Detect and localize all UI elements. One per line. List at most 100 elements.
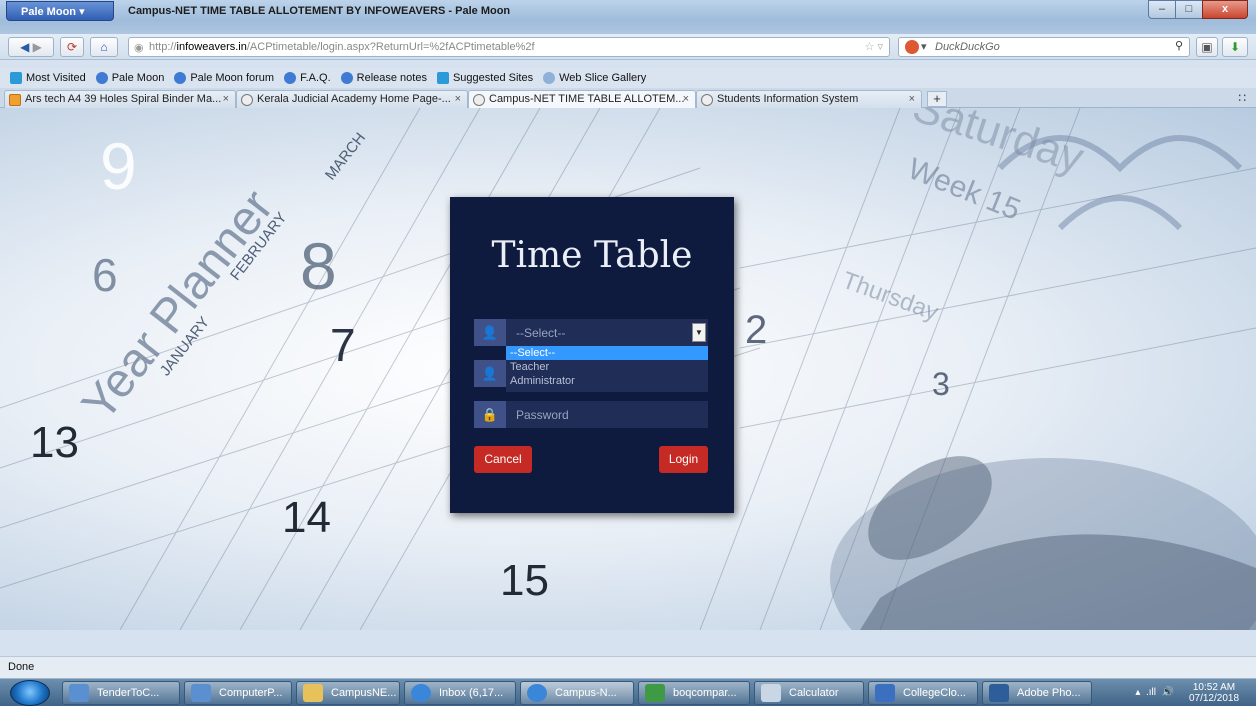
cancel-button[interactable]: Cancel <box>474 446 532 473</box>
bookmark-release-notes[interactable]: Release notes <box>340 72 427 84</box>
bookmarks-toolbar: Most Visited Pale Moon Pale Moon forum F… <box>0 68 1256 88</box>
background-number-14: 14 <box>282 493 331 542</box>
bookmark-suggested-sites[interactable]: Suggested Sites <box>436 72 533 84</box>
calculator-icon <box>761 684 781 702</box>
duckduckgo-icon[interactable] <box>905 40 919 54</box>
search-engine-dropdown-icon[interactable]: ▾ <box>921 40 927 53</box>
clock[interactable]: 10:52 AM 07/12/2018 <box>1184 682 1244 704</box>
url-bar[interactable]: ◉ http://infoweavers.in/ACPtimetable/log… <box>128 37 890 57</box>
back-forward-button[interactable]: ◀ ▶ <box>8 37 54 57</box>
taskbar-item-campus-n-browser[interactable]: Campus-N... <box>520 681 634 705</box>
tab-close-icon[interactable]: × <box>683 93 689 105</box>
role-option-select[interactable]: --Select-- <box>506 346 708 360</box>
tab-ars-tech[interactable]: Ars tech A4 39 Holes Spiral Binder Ma...… <box>4 90 236 108</box>
search-bar[interactable]: ▾ DuckDuckGo ⚲ <box>898 37 1190 57</box>
navigation-toolbar: ◀ ▶ ⟳ ⌂ ◉ http://infoweavers.in/ACPtimet… <box>0 34 1256 60</box>
login-button[interactable]: Login <box>659 446 708 473</box>
tab-students-info[interactable]: Students Information System × <box>696 90 922 108</box>
pale-moon-icon <box>284 72 297 84</box>
status-bar: Done <box>0 656 1256 678</box>
bookmark-star-icon[interactable]: ☆ ▿ <box>865 40 883 53</box>
search-icon[interactable]: ⚲ <box>1175 39 1183 52</box>
role-select[interactable]: 👤 --Select-- ▼ <box>474 319 708 346</box>
photoshop-icon <box>989 684 1009 702</box>
close-button[interactable]: x <box>1202 0 1248 19</box>
background-number-2: 2 <box>745 308 768 352</box>
browser-icon <box>411 684 431 702</box>
taskbar-item-computerp[interactable]: ComputerP... <box>184 681 292 705</box>
pale-moon-menu-button[interactable]: Pale Moon ▾ <box>6 1 114 21</box>
background-number-3: 3 <box>932 366 950 402</box>
most-visited-icon <box>10 72 22 84</box>
bookmark-most-visited[interactable]: Most Visited <box>10 72 86 84</box>
taskbar-item-calculator[interactable]: Calculator <box>754 681 864 705</box>
globe-favicon-icon <box>701 94 713 106</box>
new-tab-button[interactable]: + <box>927 91 947 107</box>
password-field[interactable]: 🔒 Password <box>474 401 708 428</box>
bookmark-pale-moon[interactable]: Pale Moon <box>95 72 164 84</box>
role-option-administrator[interactable]: Administrator <box>506 374 708 388</box>
tray-icons[interactable]: ▴ .ıll 🔊 <box>1135 687 1174 698</box>
app-icon <box>191 684 211 702</box>
taskbar-item-boqcompar[interactable]: boqcompar... <box>638 681 750 705</box>
tab-close-icon[interactable]: × <box>223 93 229 105</box>
tab-kerala-judicial[interactable]: Kerala Judicial Academy Home Page-... × <box>236 90 468 108</box>
globe-favicon-icon <box>241 94 253 106</box>
bookmark-pale-moon-forum[interactable]: Pale Moon forum <box>174 72 274 84</box>
maximize-button[interactable]: □ <box>1175 0 1203 19</box>
url-prefix: http:// <box>149 41 177 53</box>
clock-date: 07/12/2018 <box>1188 693 1240 704</box>
taskbar-item-collegeclo[interactable]: CollegeClo... <box>868 681 978 705</box>
url-domain: infoweavers.in <box>176 41 247 53</box>
home-icon: ⌂ <box>100 40 108 54</box>
globe-favicon-icon <box>473 94 485 106</box>
amazon-favicon-icon <box>9 94 21 106</box>
word-icon <box>875 684 895 702</box>
home-button[interactable]: ⌂ <box>90 37 118 57</box>
tab-strip: Ars tech A4 39 Holes Spiral Binder Ma...… <box>0 88 1256 108</box>
search-placeholder: DuckDuckGo <box>935 41 1000 53</box>
password-placeholder: Password <box>516 408 569 422</box>
bookmarks-icon: ▣ <box>1201 40 1213 54</box>
bookmarks-menu-button[interactable]: ▣ <box>1196 37 1218 57</box>
background-number-13: 13 <box>30 418 79 467</box>
role-select-value: --Select-- <box>516 326 566 340</box>
back-arrow-icon[interactable]: ◀ <box>20 40 29 54</box>
forum-icon <box>174 72 187 84</box>
taskbar-item-adobe-pho[interactable]: Adobe Pho... <box>982 681 1092 705</box>
minimize-button[interactable]: – <box>1148 0 1176 19</box>
background-number-9: 9 <box>100 129 137 203</box>
chevron-down-icon[interactable]: ▼ <box>692 323 706 342</box>
clock-time: 10:52 AM <box>1192 682 1236 693</box>
background-number-15: 15 <box>500 556 549 605</box>
excel-icon <box>645 684 665 702</box>
plus-icon: + <box>933 91 941 106</box>
suggested-sites-icon <box>436 72 449 84</box>
tab-campus-net[interactable]: Campus-NET TIME TABLE ALLOTEM... × <box>468 90 696 108</box>
tab-close-icon[interactable]: × <box>909 93 915 105</box>
role-option-teacher[interactable]: Teacher <box>506 360 708 374</box>
lock-icon: 🔒 <box>474 401 506 428</box>
forward-arrow-icon[interactable]: ▶ <box>33 40 42 54</box>
downloads-button[interactable]: ⬇ <box>1222 37 1248 57</box>
status-text: Done <box>8 661 35 673</box>
user-icon: 👤 <box>474 360 506 387</box>
taskbar-item-inbox[interactable]: Inbox (6,17... <box>404 681 516 705</box>
reload-icon: ⟳ <box>66 40 78 54</box>
download-arrow-icon: ⬇ <box>1229 40 1241 54</box>
background-number-8: 8 <box>300 229 337 303</box>
bookmark-faq[interactable]: F.A.Q. <box>284 72 331 84</box>
tab-close-icon[interactable]: × <box>455 93 461 105</box>
bookmark-web-slice-gallery[interactable]: Web Slice Gallery <box>543 72 646 84</box>
taskbar-item-tendertoc[interactable]: TenderToC... <box>62 681 180 705</box>
page-title: Time Table <box>491 235 693 276</box>
taskbar-item-campusne-folder[interactable]: CampusNE... <box>296 681 400 705</box>
reload-button[interactable]: ⟳ <box>60 37 84 57</box>
site-identity-icon[interactable]: ◉ <box>134 41 144 54</box>
tab-list-button[interactable]: ∷ <box>1238 91 1246 105</box>
windows-taskbar: TenderToC... ComputerP... CampusNE... In… <box>0 678 1256 706</box>
start-button[interactable] <box>10 680 50 706</box>
grid-dots-icon: ∷ <box>1238 91 1246 105</box>
app-icon <box>69 684 89 702</box>
window-title: Campus-NET TIME TABLE ALLOTEMENT BY INFO… <box>128 5 511 17</box>
